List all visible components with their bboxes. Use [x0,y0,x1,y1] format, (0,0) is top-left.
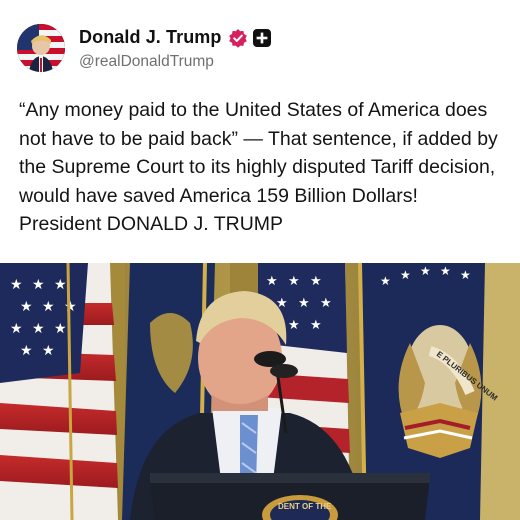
svg-text:★: ★ [440,264,451,278]
svg-text:★: ★ [54,320,67,336]
svg-text:★: ★ [42,342,55,358]
post-media-photo[interactable]: ★ ★ ★ ★ ★ ★ ★ ★ ★ ★ ★ ★ ★ ★ ★ ★ ★ ★ ★ ★ [0,263,520,520]
svg-text:★: ★ [20,298,33,314]
svg-text:★: ★ [310,317,322,332]
svg-text:★: ★ [32,276,45,292]
svg-text:★: ★ [288,273,300,288]
svg-text:★: ★ [310,273,322,288]
svg-text:★: ★ [400,268,411,282]
svg-text:★: ★ [380,274,391,288]
author-info: Donald J. Trump @realDonaldTrump [79,26,272,71]
svg-text:★: ★ [20,342,33,358]
svg-text:★: ★ [460,268,471,282]
svg-text:★: ★ [32,320,45,336]
press-event-photo: ★ ★ ★ ★ ★ ★ ★ ★ ★ ★ ★ ★ ★ ★ ★ ★ ★ ★ ★ ★ [0,263,520,520]
avatar-flag-image [17,24,65,72]
svg-text:★: ★ [10,320,23,336]
svg-text:★: ★ [420,264,431,278]
plus-square-icon [252,28,272,48]
podium: DENT OF THE [150,473,430,520]
svg-text:★: ★ [54,276,67,292]
author-handle[interactable]: @realDonaldTrump [79,53,272,71]
svg-text:★: ★ [42,298,55,314]
post-text: “Any money paid to the United States of … [19,99,498,236]
post-header: Donald J. Trump @realDonaldTrump [17,22,272,74]
svg-text:★: ★ [10,276,23,292]
us-flag-left: ★ ★ ★ ★ ★ ★ ★ ★ ★ ★ ★ [0,263,118,520]
svg-text:★: ★ [64,298,77,314]
svg-text:★: ★ [320,295,332,310]
svg-text:★: ★ [266,273,278,288]
verified-badge-icon [228,28,248,48]
author-name-row: Donald J. Trump [79,26,272,50]
svg-text:★: ★ [288,317,300,332]
svg-text:★: ★ [298,295,310,310]
avatar[interactable] [17,24,65,72]
podium-seal-text: DENT OF THE [278,502,332,511]
author-display-name[interactable]: Donald J. Trump [79,27,222,48]
